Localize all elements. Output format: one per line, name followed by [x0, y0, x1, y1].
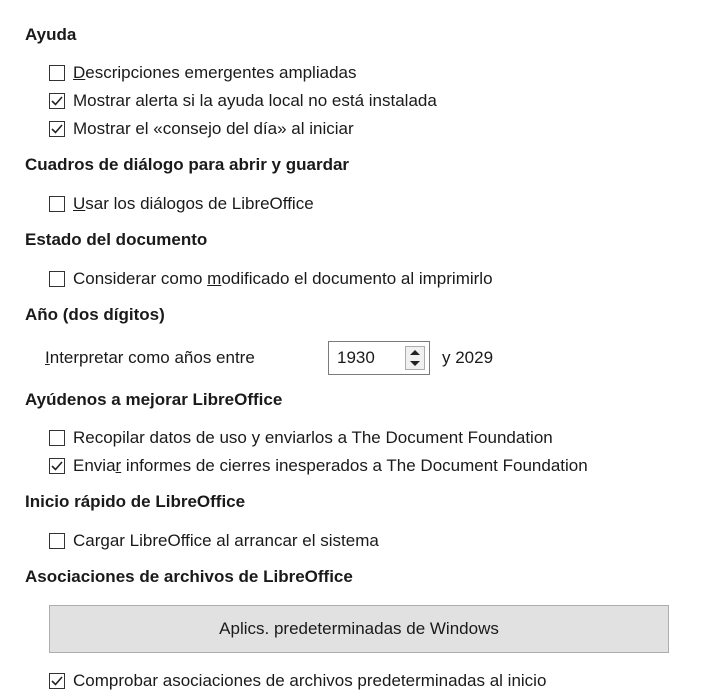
print-modified-label: Considerar como modificado el documento … [73, 269, 493, 288]
check-assoc-checkbox[interactable] [49, 673, 65, 689]
year-spinbox-value[interactable]: 1930 [329, 348, 405, 368]
windows-default-apps-button[interactable]: Aplics. predeterminadas de Windows [49, 605, 669, 653]
extended-tips-checkbox[interactable] [49, 65, 65, 81]
crash-reports-label: Enviar informes de cierres inesperados a… [73, 456, 588, 475]
arrow-down-icon[interactable] [410, 361, 420, 366]
check-icon [51, 676, 63, 686]
check-assoc-label: Comprobar asociaciones de archivos prede… [73, 671, 547, 690]
section-help-title: Ayuda [25, 25, 77, 44]
local-help-alert-checkbox[interactable] [49, 93, 65, 109]
print-modified-checkbox[interactable] [49, 271, 65, 287]
collect-usage-checkbox[interactable] [49, 430, 65, 446]
check-icon [51, 96, 63, 106]
tip-of-day-checkbox[interactable] [49, 121, 65, 137]
collect-usage-option[interactable]: Recopilar datos de uso y enviarlos a The… [49, 427, 553, 449]
check-icon [51, 461, 63, 471]
extended-tips-label: Descripciones emergentes ampliadas [73, 63, 357, 82]
year-range-label: Interpretar como años entre [45, 348, 255, 367]
section-improve-title: Ayúdenos a mejorar LibreOffice [25, 390, 283, 409]
check-icon [51, 124, 63, 134]
collect-usage-label: Recopilar datos de uso y enviarlos a The… [73, 428, 553, 447]
check-assoc-option[interactable]: Comprobar asociaciones de archivos prede… [49, 670, 546, 692]
tip-of-day-option[interactable]: Mostrar el «consejo del día» al iniciar [49, 118, 354, 140]
year-suffix: y 2029 [442, 348, 494, 367]
section-quickstart-title: Inicio rápido de LibreOffice [25, 492, 246, 511]
section-dialogs-title: Cuadros de diálogo para abrir y guardar [25, 155, 350, 174]
load-at-startup-option[interactable]: Cargar LibreOffice al arrancar el sistem… [49, 530, 379, 552]
local-help-alert-label: Mostrar alerta si la ayuda local no está… [73, 91, 437, 110]
section-doc-status-title: Estado del documento [25, 230, 208, 249]
use-lo-dialogs-label: Usar los diálogos de LibreOffice [73, 194, 314, 213]
load-at-startup-label: Cargar LibreOffice al arrancar el sistem… [73, 531, 379, 550]
section-assoc-title: Asociaciones de archivos de LibreOffice [25, 567, 353, 586]
print-modified-option[interactable]: Considerar como modificado el documento … [49, 268, 493, 290]
year-spinbox-buttons[interactable] [405, 346, 425, 370]
tip-of-day-label: Mostrar el «consejo del día» al iniciar [73, 119, 354, 138]
arrow-up-icon[interactable] [410, 350, 420, 355]
extended-tips-option[interactable]: Descripciones emergentes ampliadas [49, 62, 356, 84]
year-spinbox[interactable]: 1930 [328, 341, 430, 375]
crash-reports-option[interactable]: Enviar informes de cierres inesperados a… [49, 455, 588, 477]
crash-reports-checkbox[interactable] [49, 458, 65, 474]
local-help-alert-option[interactable]: Mostrar alerta si la ayuda local no está… [49, 90, 437, 112]
load-at-startup-checkbox[interactable] [49, 533, 65, 549]
use-lo-dialogs-checkbox[interactable] [49, 196, 65, 212]
section-year-title: Año (dos dígitos) [25, 305, 165, 324]
use-lo-dialogs-option[interactable]: Usar los diálogos de LibreOffice [49, 193, 314, 215]
